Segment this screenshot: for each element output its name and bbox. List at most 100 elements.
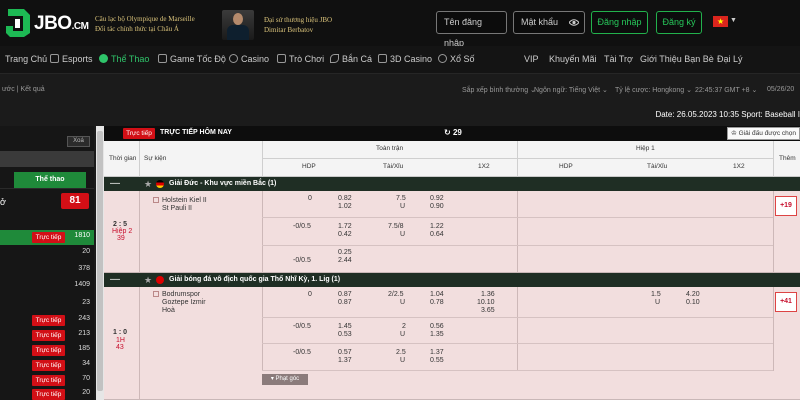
- league-header[interactable]: — ★ Giải bóng đá vô địch quốc gia Thổ Nh…: [104, 273, 800, 287]
- sort-select[interactable]: Sắp xếp bình thường ⌄: [462, 86, 536, 94]
- under-odds[interactable]: 0.90: [430, 203, 444, 210]
- date-select[interactable]: 05/26/20: [767, 86, 794, 93]
- live-badge[interactable]: Trực tiếp: [123, 128, 155, 139]
- home-win-odds[interactable]: 1.36: [481, 291, 495, 298]
- hdp-away-odds[interactable]: 0.42: [338, 231, 352, 238]
- sidebar-item-count: 378: [78, 265, 90, 272]
- corner-kicks-toggle[interactable]: ▾ Phạt góc: [262, 374, 308, 385]
- nav-3d-casino[interactable]: 3D Casino: [378, 54, 432, 64]
- jbo-logo[interactable]: JBO.CM: [4, 6, 89, 40]
- tab-sports[interactable]: Thể thao: [14, 172, 86, 188]
- favorite-star-icon[interactable]: ★: [144, 274, 152, 286]
- under-odds[interactable]: 1.35: [430, 331, 444, 338]
- home-team[interactable]: Holstein Kiel II: [153, 197, 207, 204]
- under-odds[interactable]: 0.78: [430, 299, 444, 306]
- casino-chip-icon: [229, 54, 238, 63]
- hdp-away-odds[interactable]: 0.87: [338, 299, 352, 306]
- login-button[interactable]: Đăng nhập: [591, 11, 648, 34]
- nav-games[interactable]: Trò Chơi: [277, 54, 324, 64]
- under-odds[interactable]: 0.64: [430, 231, 444, 238]
- over-odds[interactable]: 0.92: [430, 195, 444, 202]
- draw-odds[interactable]: 3.65: [481, 307, 495, 314]
- sidebar-item[interactable]: Trực tiếp 185: [0, 343, 94, 358]
- nav-sponsorship[interactable]: Tài Trợ: [604, 54, 633, 64]
- language-select[interactable]: Ngôn ngữ: Tiếng Việt ⌄: [534, 86, 608, 94]
- hdp-home-odds[interactable]: 0.25: [338, 249, 352, 256]
- results-link[interactable]: ước | Kết quả: [2, 86, 45, 93]
- register-button[interactable]: Đăng ký: [656, 11, 702, 34]
- sidebar-item[interactable]: 378: [0, 263, 94, 278]
- match-score: 2 : 5: [113, 221, 128, 228]
- draw-label: Hoà: [162, 307, 175, 314]
- sidebar-item[interactable]: Trực tiếp 34: [0, 358, 94, 373]
- sidebar-item[interactable]: Trực tiếp 20: [0, 387, 94, 400]
- column-headers: Thời gian Sự kiện Toàn trận Hiệp 1 HDP T…: [104, 141, 800, 177]
- sidebar-item[interactable]: 23: [0, 297, 94, 312]
- sidebar-item-count: 1409: [74, 281, 90, 288]
- language-caret-icon[interactable]: ▼: [730, 17, 737, 24]
- timezone-select[interactable]: 22:45:37 GMT +8 ⌄: [695, 86, 757, 94]
- hdp-line: -0/0.5: [293, 323, 311, 330]
- sidebar-search-input[interactable]: [0, 151, 94, 167]
- fish-icon: [330, 54, 339, 63]
- nav-home[interactable]: Trang Chủ: [5, 54, 47, 64]
- username-input[interactable]: Tên đăng nhập: [436, 11, 507, 48]
- ambassador-photo: [222, 10, 254, 40]
- nav-fast-games[interactable]: Game Tốc Độ: [158, 54, 226, 64]
- clear-button[interactable]: Xoá: [67, 136, 90, 147]
- header-1x2: 1X2: [478, 163, 490, 170]
- half-under-odds[interactable]: 0.10: [686, 299, 700, 306]
- nav-promotions[interactable]: Khuyến Mãi: [549, 54, 597, 64]
- hdp-away-odds[interactable]: 1.37: [338, 357, 352, 364]
- header-more: Thêm: [779, 155, 796, 162]
- favorite-star-icon[interactable]: ★: [144, 178, 152, 190]
- collapse-icon[interactable]: —: [110, 274, 120, 286]
- over-odds[interactable]: 0.56: [430, 323, 444, 330]
- sidebar-scrollbar-thumb[interactable]: [97, 131, 103, 391]
- nav-esports[interactable]: Esports: [50, 54, 93, 64]
- sidebar-item[interactable]: 20: [0, 246, 94, 261]
- hdp-away-odds[interactable]: 0.53: [338, 331, 352, 338]
- nav-sports[interactable]: Thể Thao: [99, 54, 149, 64]
- date-sport-bar: Date: 26.05.2023 10:35 Sport: Baseball I: [0, 107, 800, 124]
- more-markets-button[interactable]: +41: [775, 292, 797, 312]
- over-odds[interactable]: 1.37: [430, 349, 444, 356]
- nav-fishing[interactable]: Bắn Cá: [330, 54, 372, 64]
- half-over-odds[interactable]: 4.20: [686, 291, 700, 298]
- over-odds[interactable]: 1.22: [430, 223, 444, 230]
- away-win-odds[interactable]: 10.10: [477, 299, 495, 306]
- header-event: Sự kiện: [144, 155, 167, 162]
- away-team[interactable]: St Pauli II: [162, 205, 192, 212]
- nav-vip[interactable]: VIP: [524, 54, 539, 64]
- hdp-home-odds[interactable]: 0.87: [338, 291, 352, 298]
- away-team[interactable]: Goztepe Izmir: [162, 299, 206, 306]
- show-password-icon[interactable]: [569, 18, 579, 27]
- collapse-icon[interactable]: —: [110, 178, 120, 190]
- password-input[interactable]: Mật khẩu: [513, 11, 585, 34]
- hdp-away-odds[interactable]: 2.44: [338, 257, 352, 264]
- odds-type-select[interactable]: Tỷ lệ cược: Hongkong ⌄: [615, 86, 692, 94]
- hdp-home-odds[interactable]: 1.45: [338, 323, 352, 330]
- league-header[interactable]: — ★ Giải Đức - Khu vực miền Bắc (1): [104, 177, 800, 191]
- home-team[interactable]: Bodrumspor: [153, 291, 200, 298]
- sidebar-item[interactable]: Trực tiếp 213: [0, 328, 94, 343]
- hdp-home-odds[interactable]: 1.72: [338, 223, 352, 230]
- refresh-button[interactable]: ↻ 29: [444, 128, 462, 137]
- nav-referral[interactable]: Giới Thiệu Bạn Bè: [640, 54, 714, 64]
- selected-leagues-button[interactable]: ♔ Giải đấu được chọn: [727, 127, 800, 140]
- hdp-away-odds[interactable]: 1.02: [338, 203, 352, 210]
- sidebar-item[interactable]: 1409: [0, 279, 94, 294]
- under-odds[interactable]: 0.55: [430, 357, 444, 364]
- vietnam-flag-icon[interactable]: ★: [713, 16, 728, 27]
- over-odds[interactable]: 1.04: [430, 291, 444, 298]
- sidebar-item[interactable]: Trực tiếp 1810: [0, 230, 94, 245]
- hdp-home-odds[interactable]: 0.82: [338, 195, 352, 202]
- nav-lottery[interactable]: Xổ Số: [438, 54, 475, 64]
- nav-agent[interactable]: Đại Lý: [717, 54, 743, 64]
- hdp-home-odds[interactable]: 0.57: [338, 349, 352, 356]
- sidebar-item[interactable]: Trực tiếp 243: [0, 313, 94, 328]
- sidebar-item[interactable]: Trực tiếp 70: [0, 373, 94, 388]
- trophy-icon: ♔: [730, 130, 739, 137]
- more-markets-button[interactable]: +19: [775, 196, 797, 216]
- nav-casino[interactable]: Casino: [229, 54, 269, 64]
